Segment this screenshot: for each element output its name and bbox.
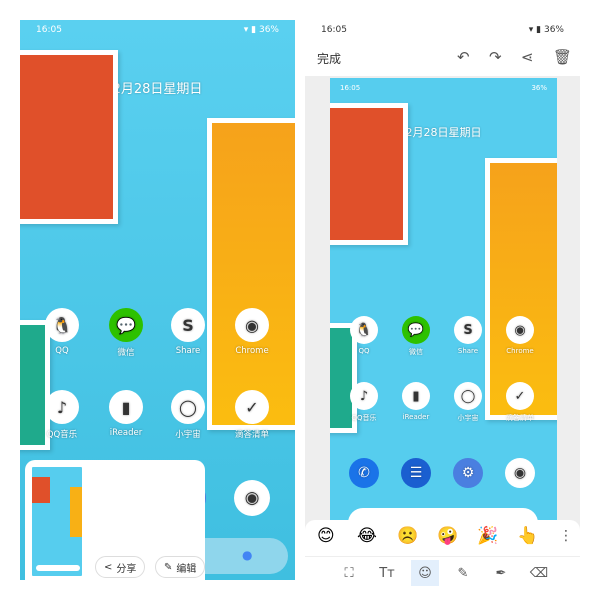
- app-qq-music: ♪ QQ音乐: [344, 382, 384, 423]
- app-qq: 🐧 QQ: [344, 316, 384, 355]
- ticktick-icon: ✓: [506, 382, 534, 410]
- ticktick-icon: ✓: [235, 390, 269, 424]
- app-wechat[interactable]: 💬 微信: [106, 308, 146, 358]
- edit-button[interactable]: ✎ 编辑: [155, 556, 206, 578]
- divider: [305, 556, 580, 557]
- messages-icon: ☰: [401, 458, 431, 488]
- done-button[interactable]: 完成: [317, 50, 341, 67]
- google-assistant-icon[interactable]: ●: [242, 548, 252, 562]
- app-ticktick: ✓ 滴答清单: [500, 382, 540, 423]
- emoji-sticker[interactable]: 👆: [517, 526, 538, 546]
- screenshot-canvas[interactable]: 16:05 36% 2月28日星期日 🐧 QQ 💬 微信 S Share ◉ Chrome ♪ QQ…: [330, 78, 557, 523]
- xiaoyuzhou-icon: ◯: [171, 390, 205, 424]
- wallpaper-red-frame: [20, 50, 118, 224]
- wallpaper-yellow-frame: [485, 158, 557, 420]
- screenshot-thumbnail[interactable]: [30, 465, 84, 578]
- app-qq[interactable]: 🐧 QQ: [42, 308, 82, 356]
- app-wechat: 💬 微信: [396, 316, 436, 357]
- qq-music-icon: ♪: [45, 390, 79, 424]
- delete-icon[interactable]: 🗑: [553, 48, 572, 66]
- camera-icon: ◉: [505, 458, 535, 488]
- ireader-icon: ▮: [109, 390, 143, 424]
- share-button[interactable]: < 分享: [95, 556, 146, 578]
- pen-icon[interactable]: ✒: [487, 560, 515, 586]
- app-ticktick[interactable]: ✓ 滴答清单: [232, 390, 272, 440]
- qq-music-icon: ♪: [350, 382, 378, 410]
- wallpaper-yellow-frame: [207, 118, 295, 430]
- status-battery: ▾ ▮ 36%: [243, 25, 279, 35]
- phone-icon: ✆: [349, 458, 379, 488]
- marker-icon[interactable]: ✎: [449, 560, 477, 586]
- dock-camera[interactable]: ◉: [232, 480, 272, 516]
- sticker-panel: 😊 😂 ☹️ 🤪 🎉 👆 ⋮ ⛶ Tт ☺ ✎ ✒ ⌫: [305, 520, 580, 586]
- app-xiaoyuzhou: ◯ 小宇宙: [448, 382, 488, 423]
- app-qq-music[interactable]: ♪ QQ音乐: [42, 390, 82, 440]
- pencil-icon: ✎: [164, 561, 173, 573]
- xiaoyuzhou-icon: ◯: [454, 382, 482, 410]
- app-chrome: ◉ Chrome: [500, 316, 540, 355]
- status-time: 16:05: [36, 25, 62, 35]
- app-share-app: S Share: [448, 316, 488, 355]
- share-icon: <: [104, 561, 113, 573]
- app-share-app[interactable]: S Share: [168, 308, 208, 356]
- app-ireader[interactable]: ▮ iReader: [106, 390, 146, 438]
- emoji-sticker[interactable]: 😊: [317, 526, 335, 546]
- text-icon[interactable]: Tт: [373, 560, 401, 586]
- emoji-sticker[interactable]: ☹️: [397, 526, 418, 546]
- camera-icon: ◉: [234, 480, 270, 516]
- more-icon[interactable]: ⋮: [559, 528, 573, 544]
- crop-icon[interactable]: ⛶: [335, 560, 363, 586]
- app-xiaoyuzhou[interactable]: ◯ 小宇宙: [168, 390, 208, 440]
- dock-messages: ☰: [396, 458, 436, 488]
- editor-toolbar: 完成 ↶ ↷ ⋖ 🗑: [305, 40, 580, 76]
- emoji-sticker[interactable]: 🤪: [437, 526, 458, 546]
- emoji-sticker[interactable]: 😂: [357, 526, 377, 546]
- qq-icon: 🐧: [45, 308, 79, 342]
- wallpaper-red-frame: [330, 103, 408, 245]
- share-icon[interactable]: ⋖: [521, 48, 534, 66]
- status-bar: 16:05 ▾ ▮ 36%: [20, 20, 295, 40]
- app-ireader: ▮ iReader: [396, 382, 436, 421]
- dock-phone: ✆: [344, 458, 384, 488]
- screenshot-editor: 16:05 ▾ ▮ 36% 完成 ↶ ↷ ⋖ 🗑 16:05 36% 2月28日星…: [305, 20, 580, 586]
- eraser-icon[interactable]: ⌫: [525, 560, 553, 586]
- settings-icon: ⚙: [453, 458, 483, 488]
- app-chrome[interactable]: ◉ Chrome: [232, 308, 272, 356]
- sticker-icon[interactable]: ☺: [411, 560, 439, 586]
- wechat-icon: 💬: [402, 316, 430, 344]
- redo-icon[interactable]: ↷: [489, 48, 502, 66]
- status-bar: 16:05 ▾ ▮ 36%: [305, 20, 580, 40]
- dock-camera: ◉: [500, 458, 540, 488]
- ireader-icon: ▮: [402, 382, 430, 410]
- home-screen: 16:05 ▾ ▮ 36% 2月28日星期日 🐧 QQ 💬 微信 S Share ◉ Chro…: [20, 20, 295, 580]
- chrome-icon: ◉: [506, 316, 534, 344]
- emoji-sticker[interactable]: 🎉: [477, 526, 498, 546]
- share-app-icon: S: [454, 316, 482, 344]
- undo-icon[interactable]: ↶: [457, 48, 470, 66]
- qq-icon: 🐧: [350, 316, 378, 344]
- share-app-icon: S: [171, 308, 205, 342]
- dock-settings: ⚙: [448, 458, 488, 488]
- chrome-icon: ◉: [235, 308, 269, 342]
- wechat-icon: 💬: [109, 308, 143, 342]
